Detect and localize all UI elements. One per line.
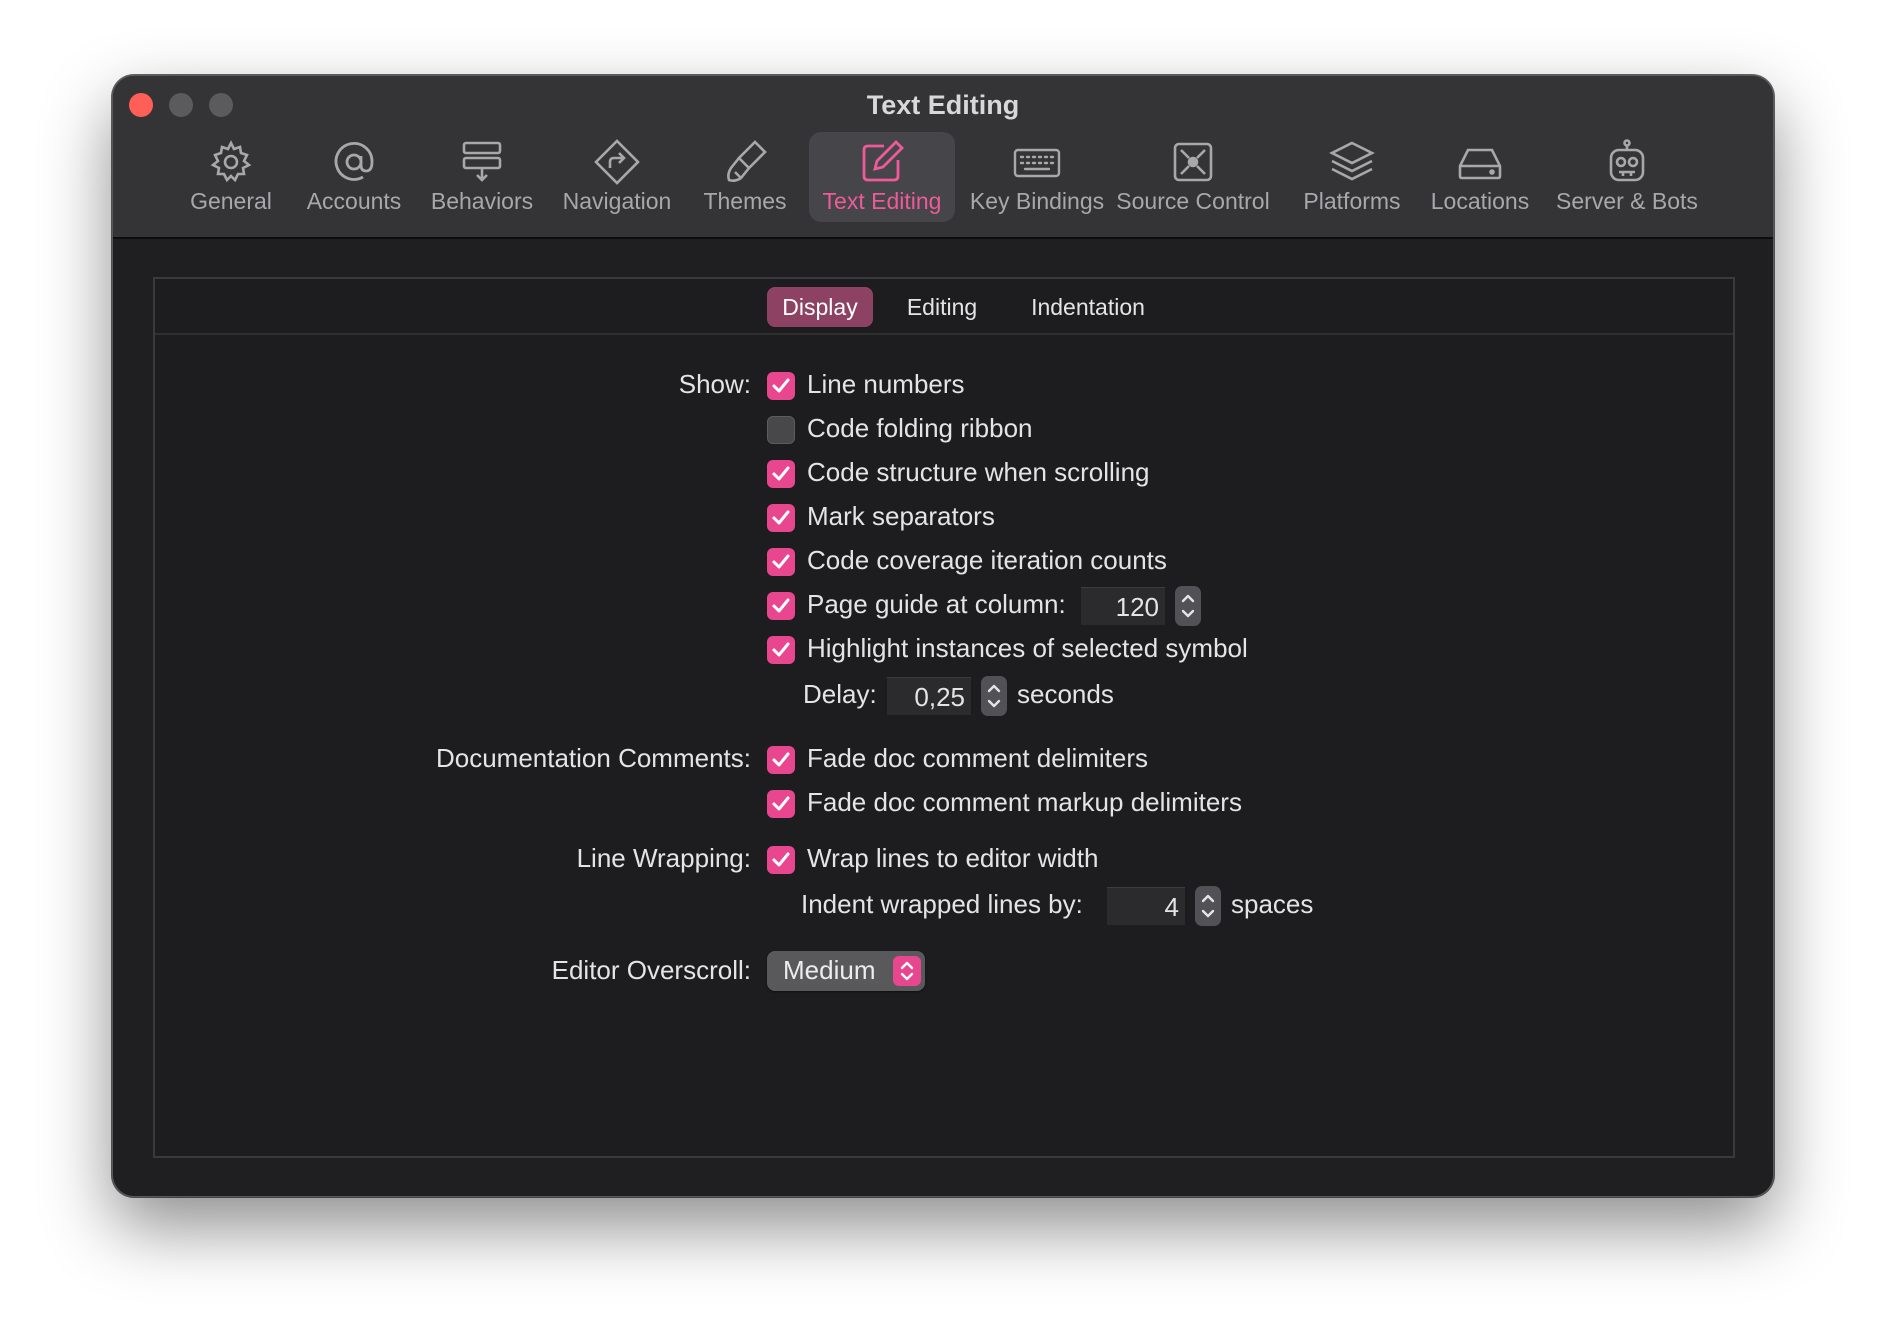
- delay-label: Delay:: [803, 679, 877, 709]
- paintbrush-icon: [727, 140, 767, 182]
- fade-doc-markup-checkbox[interactable]: [767, 790, 795, 818]
- navigation-icon: [594, 139, 640, 185]
- stepper-arrows-icon: [987, 684, 1001, 708]
- highlight-instances-checkbox[interactable]: [767, 636, 795, 664]
- toolbar-item-navigation[interactable]: Navigation: [555, 132, 679, 222]
- code-folding-ribbon-label: Code folding ribbon: [807, 413, 1033, 443]
- toolbar-label: Platforms: [1303, 188, 1401, 214]
- gear-icon: [210, 140, 252, 183]
- checkmark-icon: [772, 510, 790, 525]
- fade-doc-delimiters-checkbox[interactable]: [767, 746, 795, 774]
- overscroll-popup[interactable]: Medium: [767, 951, 925, 991]
- code-coverage-label: Code coverage iteration counts: [807, 545, 1167, 575]
- popup-arrows-icon: [893, 956, 921, 986]
- checkmark-icon: [772, 554, 790, 569]
- page-guide-label: Page guide at column:: [807, 589, 1066, 619]
- toolbar-label: Server & Bots: [1556, 188, 1698, 214]
- checkmark-icon: [772, 598, 790, 613]
- stepper-arrows-icon: [1181, 594, 1195, 618]
- checkmark-icon: [772, 852, 790, 867]
- source-control-icon: [1173, 142, 1213, 182]
- checkmark-icon: [772, 796, 790, 811]
- toolbar-label: General: [190, 188, 272, 214]
- tab-indentation[interactable]: Indentation: [1013, 287, 1163, 327]
- layers-icon: [1329, 141, 1375, 181]
- toolbar-label: Navigation: [562, 188, 672, 214]
- fade-doc-markup-label: Fade doc comment markup delimiters: [807, 787, 1242, 817]
- mark-separators-label: Mark separators: [807, 501, 995, 531]
- highlight-instances-label: Highlight instances of selected symbol: [807, 633, 1248, 663]
- tab-editing[interactable]: Editing: [889, 287, 995, 327]
- show-label: Show:: [678, 369, 751, 399]
- at-icon: [334, 142, 374, 181]
- toolbar-label: Locations: [1430, 188, 1530, 214]
- code-structure-checkbox[interactable]: [767, 460, 795, 488]
- checkmark-icon: [772, 466, 790, 481]
- line-numbers-checkbox[interactable]: [767, 372, 795, 400]
- fade-doc-delimiters-label: Fade doc comment delimiters: [807, 743, 1149, 773]
- robot-icon: [1609, 139, 1645, 182]
- drive-icon: [1458, 148, 1502, 180]
- toolbar-item-locations[interactable]: Locations: [1423, 132, 1537, 222]
- checkmark-icon: [772, 642, 790, 657]
- toolbar-item-server-bots[interactable]: Server & Bots: [1547, 132, 1707, 222]
- toolbar-item-platforms[interactable]: Platforms: [1297, 132, 1407, 222]
- page-guide-stepper[interactable]: [1175, 586, 1201, 626]
- mark-separators-checkbox[interactable]: [767, 504, 795, 532]
- stepper-arrows-icon: [1201, 894, 1215, 918]
- code-coverage-checkbox[interactable]: [767, 548, 795, 576]
- indent-wrapped-stepper[interactable]: [1195, 886, 1221, 926]
- toolbar-label: Themes: [703, 188, 787, 214]
- keyboard-icon: [1013, 148, 1061, 178]
- segmented-tabs: Display Editing Indentation: [155, 279, 1733, 335]
- delay-stepper[interactable]: [981, 676, 1007, 716]
- preferences-window: Text Editing General Accounts Behaviors: [112, 75, 1774, 1197]
- page-guide-checkbox[interactable]: [767, 592, 795, 620]
- indent-unit-label: spaces: [1231, 889, 1314, 919]
- toolbar-item-source-control[interactable]: Source Control: [1113, 132, 1273, 222]
- toolbar-label: Text Editing: [822, 188, 942, 214]
- window-title: Text Editing: [866, 90, 1020, 120]
- code-folding-ribbon-checkbox[interactable]: [767, 416, 795, 444]
- overscroll-value: Medium: [783, 955, 876, 985]
- checkmark-icon: [772, 752, 790, 767]
- wrap-lines-checkbox[interactable]: [767, 846, 795, 874]
- toolbar-item-themes[interactable]: Themes: [695, 132, 795, 222]
- indent-wrapped-field[interactable]: 4: [1107, 887, 1185, 925]
- checkmark-icon: [772, 378, 790, 393]
- delay-field[interactable]: 0,25: [887, 677, 971, 715]
- toolbar-item-key-bindings[interactable]: Key Bindings: [967, 132, 1107, 222]
- line-numbers-label: Line numbers: [807, 369, 965, 399]
- toolbar-label: Key Bindings: [969, 188, 1105, 214]
- toolbar-item-general[interactable]: General: [183, 132, 279, 222]
- tab-display[interactable]: Display: [767, 287, 873, 327]
- titlebar: Text Editing General Accounts Behaviors: [113, 76, 1773, 239]
- page-guide-column-field[interactable]: 120: [1081, 587, 1165, 625]
- toolbar-item-text-editing[interactable]: Text Editing: [809, 132, 955, 222]
- toolbar-label: Behaviors: [430, 188, 534, 214]
- delay-unit-label: seconds: [1017, 679, 1114, 709]
- toolbar-item-behaviors[interactable]: Behaviors: [425, 132, 539, 222]
- line-wrapping-label: Line Wrapping:: [576, 843, 751, 873]
- wrap-lines-label: Wrap lines to editor width: [807, 843, 1099, 873]
- pencil-square-icon: [862, 140, 904, 182]
- toolbar-label: Accounts: [306, 188, 402, 214]
- toolbar-label: Source Control: [1116, 188, 1270, 214]
- doc-comments-label: Documentation Comments:: [435, 743, 751, 773]
- indent-wrapped-label: Indent wrapped lines by:: [801, 889, 1083, 919]
- behaviors-icon: [462, 141, 502, 182]
- code-structure-label: Code structure when scrolling: [807, 457, 1150, 487]
- settings-panel: Display Editing Indentation Show: Line n…: [153, 277, 1735, 1158]
- toolbar-item-accounts[interactable]: Accounts: [299, 132, 409, 222]
- overscroll-label: Editor Overscroll:: [551, 955, 751, 985]
